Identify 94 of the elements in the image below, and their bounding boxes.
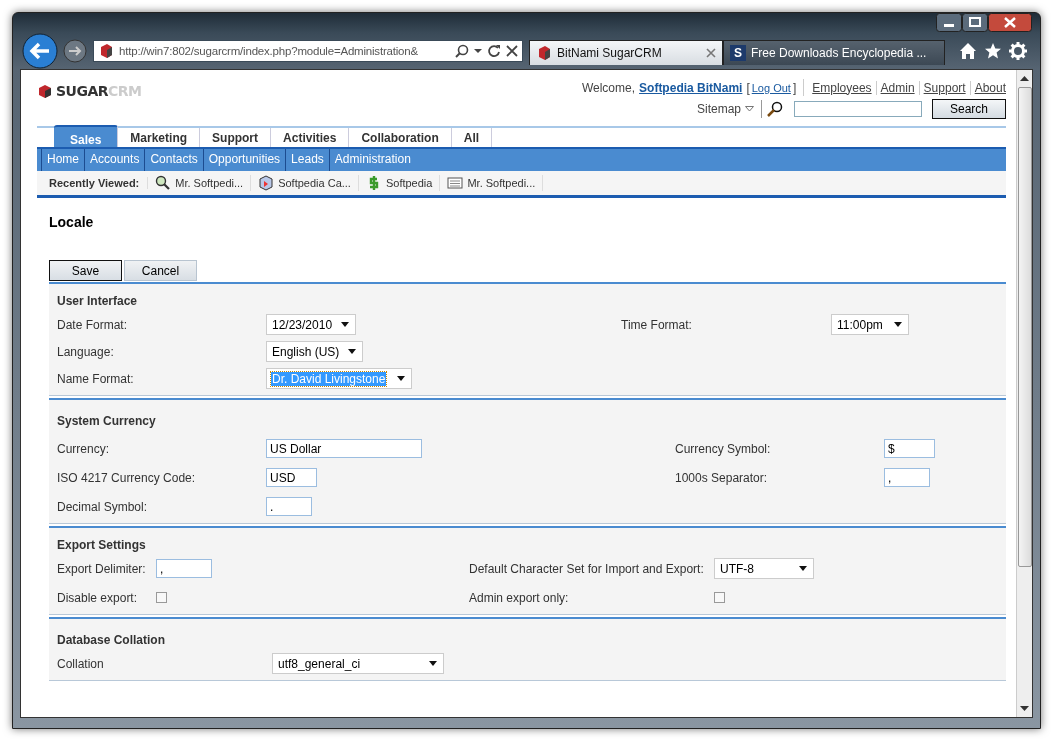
- logout-link[interactable]: Log Out: [751, 81, 791, 94]
- text-field[interactable]: $: [884, 439, 935, 458]
- field-label: Currency:: [57, 441, 110, 456]
- home-icon[interactable]: [959, 42, 977, 60]
- cancel-button[interactable]: Cancel: [124, 260, 197, 281]
- address-bar[interactable]: http://win7:802/sugarcrm/index.php?module=Administration&: [93, 40, 523, 62]
- text-field[interactable]: ,: [156, 559, 212, 578]
- browser-tab[interactable]: S Free Downloads Encyclopedia ...: [723, 40, 945, 65]
- recent-item[interactable]: Softpedia: [358, 175, 441, 191]
- field-label: Name Format:: [57, 371, 135, 386]
- logo-icon: [38, 83, 52, 99]
- section-title: User Interface: [57, 294, 139, 308]
- recently-viewed-label: Recently Viewed:: [49, 177, 149, 189]
- dropdown-arrow-icon: [429, 661, 437, 666]
- header-link[interactable]: Support: [918, 80, 970, 95]
- field-label: Currency Symbol:: [675, 441, 772, 456]
- browser-tab[interactable]: BitNami SugarCRM: [529, 40, 723, 65]
- bracket: ]: [792, 80, 797, 95]
- checkbox[interactable]: [714, 592, 725, 603]
- module-tab[interactable]: Sales: [54, 125, 119, 147]
- search-icon: [455, 44, 469, 58]
- header-link[interactable]: Admin: [875, 80, 919, 95]
- site-icon: [536, 45, 552, 61]
- section-title: Export Settings: [57, 538, 147, 552]
- caret-icon: [745, 106, 754, 112]
- field-label: Admin export only:: [469, 590, 570, 605]
- text-field[interactable]: .: [266, 497, 312, 516]
- field-label: Date Format:: [57, 317, 129, 332]
- field-label: Time Format:: [621, 317, 693, 332]
- checkbox[interactable]: [156, 592, 167, 603]
- site-icon: [98, 43, 114, 59]
- field-label: 1000s Separator:: [675, 470, 769, 485]
- dropdown[interactable]: utf8_general_ci: [272, 653, 444, 674]
- header-link[interactable]: About: [969, 80, 1006, 95]
- recent-item-label: Softpedia Ca...: [278, 177, 351, 189]
- recent-item-label: Mr. Softpedi...: [175, 177, 244, 189]
- stop-icon: [506, 45, 518, 57]
- star-icon[interactable]: [984, 42, 1002, 60]
- site-icon: S: [730, 45, 746, 61]
- back-button[interactable]: [22, 33, 58, 69]
- scrollbar[interactable]: [1016, 70, 1032, 717]
- field-label: Decimal Symbol:: [57, 499, 149, 514]
- scroll-down-icon: [1020, 706, 1029, 712]
- field-label: Export Delimiter:: [57, 561, 147, 576]
- magnifier-icon: [155, 175, 172, 191]
- tab-label: Free Downloads Encyclopedia ...: [751, 46, 928, 60]
- dropdown-arrow-icon: [397, 376, 405, 381]
- search-icon: [767, 101, 783, 117]
- field-label: Default Character Set for Import and Export:: [469, 561, 705, 576]
- dropdown[interactable]: 11:00pm: [831, 314, 909, 335]
- text-field[interactable]: ,: [884, 468, 930, 487]
- text-field[interactable]: USD: [266, 468, 317, 487]
- section-title: Database Collation: [57, 633, 167, 647]
- dropdown[interactable]: 12/23/2010: [266, 314, 356, 335]
- tab-label: BitNami SugarCRM: [557, 46, 663, 60]
- recent-item[interactable]: Mr. Softpedi...: [148, 175, 252, 191]
- recent-item-label: Mr. Softpedi...: [467, 177, 536, 189]
- forward-button[interactable]: [63, 39, 87, 63]
- scroll-thumb[interactable]: [1017, 87, 1032, 567]
- logo-text: SUGARCRM: [56, 83, 142, 99]
- close-tab-icon: [706, 48, 716, 58]
- search-field[interactable]: [794, 101, 922, 117]
- field-label: ISO 4217 Currency Code:: [57, 470, 197, 485]
- section-title: System Currency: [57, 414, 157, 428]
- page-title: Locale: [49, 214, 95, 230]
- dropdown-arrow-icon: [799, 566, 807, 571]
- dropdown[interactable]: English (US): [266, 341, 363, 362]
- settings-icon[interactable]: [1009, 42, 1027, 60]
- minimize-button[interactable]: [936, 13, 962, 32]
- bracket: [: [746, 80, 750, 95]
- document-icon: [447, 175, 464, 191]
- cube-icon: [258, 175, 275, 191]
- recent-item[interactable]: Softpedia Ca...: [251, 175, 359, 191]
- field-label: Collation: [57, 656, 105, 671]
- refresh-icon: [487, 44, 501, 58]
- address-text: http://win7:802/sugarcrm/index.php?module=Administration&: [119, 45, 419, 57]
- scroll-up-icon: [1020, 75, 1029, 81]
- dropdown[interactable]: UTF-8: [714, 558, 814, 579]
- search-button[interactable]: Search: [932, 99, 1006, 119]
- recent-item-label: Softpedia: [385, 177, 433, 189]
- welcome-text: Welcome,: [581, 80, 636, 95]
- close-button[interactable]: [988, 13, 1032, 32]
- sitemap-menu[interactable]: Sitemap: [696, 100, 762, 118]
- dropdown-arrow-icon: [894, 322, 902, 327]
- save-button[interactable]: Save: [49, 260, 122, 281]
- field-label: Language:: [57, 344, 115, 359]
- dropdown-arrow-icon: [348, 349, 356, 354]
- field-label: Disable export:: [57, 590, 139, 605]
- user-link[interactable]: Softpedia BitNami: [639, 80, 743, 95]
- maximize-button[interactable]: [962, 13, 988, 32]
- text-field[interactable]: US Dollar: [266, 439, 422, 458]
- recent-item[interactable]: Mr. Softpedi...: [440, 175, 544, 191]
- header-link[interactable]: Employees: [804, 80, 876, 95]
- dropdown-arrow-icon: [341, 322, 349, 327]
